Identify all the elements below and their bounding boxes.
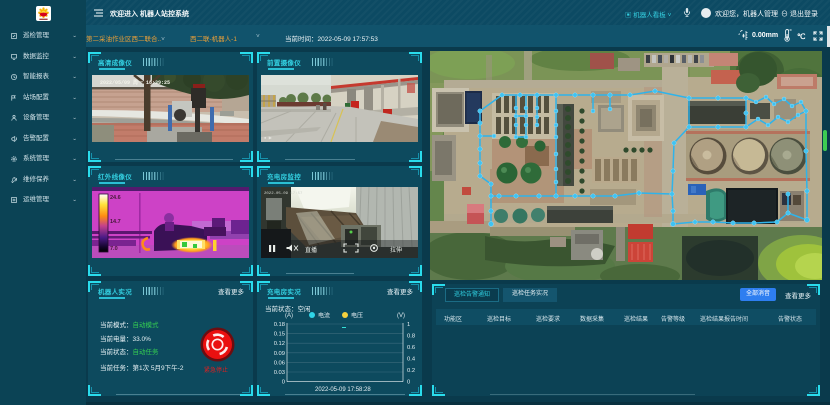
svg-text:● ▶: ● ▶ [264, 136, 273, 141]
svg-text:2022/05/09 周一 18:39:25: 2022/05/09 周一 18:39:25 [100, 79, 170, 86]
svg-text:0.15: 0.15 [274, 332, 285, 338]
svg-text:2022-05-09 17:57: 2022-05-09 17:57 [264, 192, 303, 196]
svg-text:1: 1 [407, 322, 410, 328]
svg-text:电压: 电压 [351, 312, 363, 320]
svg-text:14.7: 14.7 [110, 219, 121, 225]
svg-text:7.0: 7.0 [110, 246, 118, 252]
svg-text:2022-05-09 17:58:28: 2022-05-09 17:58:28 [315, 387, 371, 393]
svg-text:(V): (V) [397, 313, 405, 319]
svg-text:0.4: 0.4 [407, 357, 416, 363]
svg-text:0.8: 0.8 [407, 334, 415, 340]
svg-text:拉伸: 拉伸 [390, 246, 402, 254]
svg-text:(A): (A) [285, 313, 293, 319]
svg-text:0.12: 0.12 [274, 341, 285, 347]
svg-text:24.6: 24.6 [110, 195, 121, 201]
svg-text:0.18: 0.18 [274, 322, 285, 328]
svg-text:电流: 电流 [318, 312, 330, 320]
svg-text:0.2: 0.2 [407, 368, 415, 374]
svg-text:直播: 直播 [305, 246, 317, 254]
svg-text:0.6: 0.6 [407, 345, 415, 351]
svg-text:0.03: 0.03 [274, 370, 285, 376]
svg-text:0.06: 0.06 [274, 360, 285, 366]
svg-text:0: 0 [282, 380, 285, 386]
svg-text:0.09: 0.09 [274, 351, 285, 357]
